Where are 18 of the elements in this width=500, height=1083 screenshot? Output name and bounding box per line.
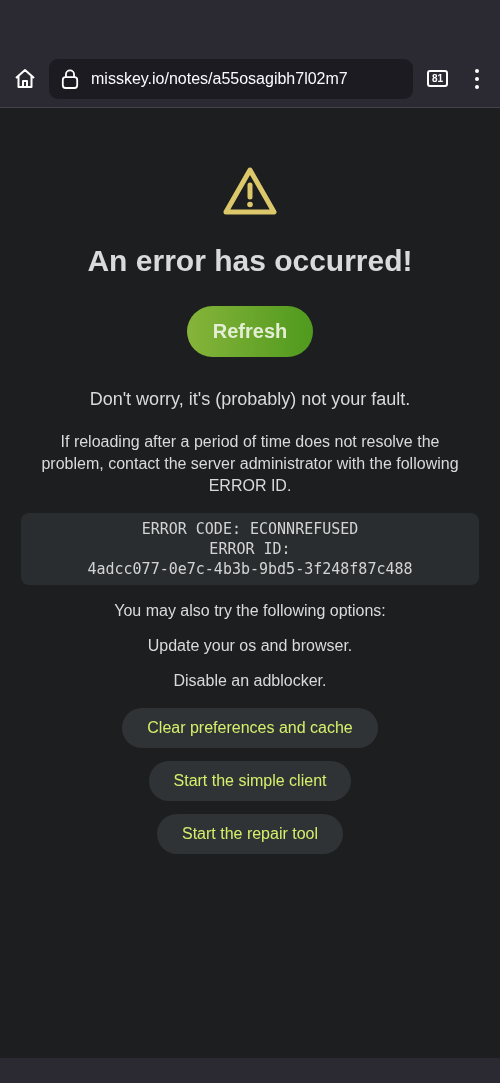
error-detail-line: 4adcc077-0e7c-4b3b-9bd5-3f248f87c488 bbox=[87, 559, 413, 579]
reassurance-text: Don't worry, it's (probably) not your fault. bbox=[89, 389, 411, 410]
suggestion-text: Update your os and browser. bbox=[147, 637, 353, 655]
menu-icon[interactable] bbox=[474, 67, 480, 90]
option-button[interactable]: Start the simple client bbox=[148, 761, 352, 801]
instructions-text: If reloading after a period of time does not resolve the problem, contact the server administrator with the following ERROR ID. bbox=[40, 432, 460, 496]
option-button[interactable]: Start the repair tool bbox=[156, 814, 344, 854]
tab-count-button[interactable]: 81 bbox=[426, 70, 448, 87]
option-button[interactable]: Clear preferences and cache bbox=[122, 708, 378, 748]
error-title: An error has occurred! bbox=[87, 244, 413, 278]
options-intro: You may also try the following options: bbox=[114, 602, 386, 620]
home-icon[interactable] bbox=[13, 66, 37, 91]
address-bar[interactable]: misskey.io/notes/a55osagibh7l02m7 bbox=[49, 58, 413, 99]
error-detail-line: ERROR CODE: ECONNREFUSED bbox=[141, 519, 359, 539]
suggestion-text: Disable an adblocker. bbox=[173, 672, 327, 690]
warning-icon bbox=[222, 166, 278, 216]
error-detail-line: ERROR ID: bbox=[209, 539, 291, 559]
lock-icon bbox=[61, 68, 79, 89]
